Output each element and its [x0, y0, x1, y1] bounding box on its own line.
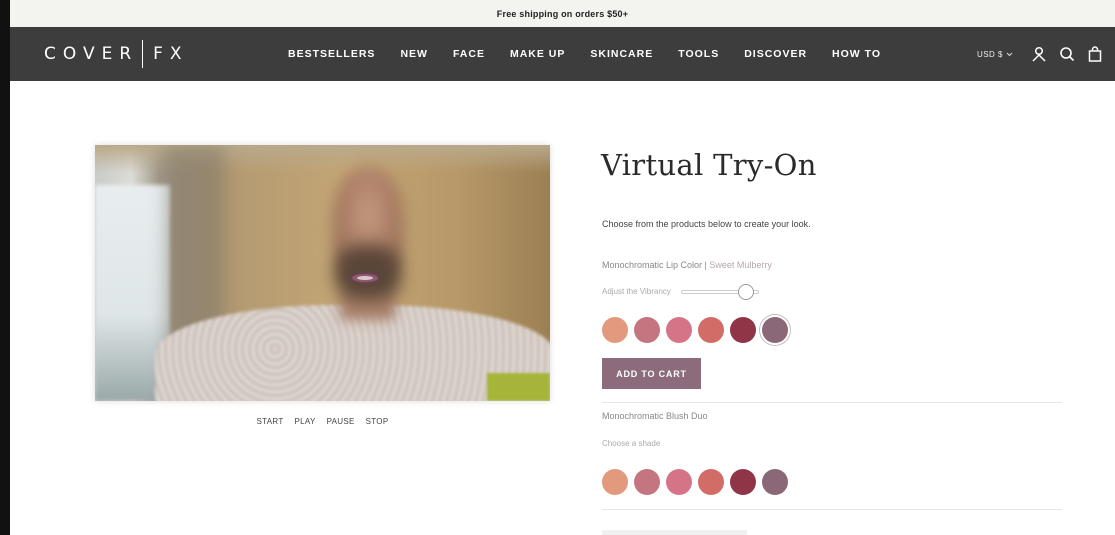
- add-to-cart-button[interactable]: ADD TO CART: [602, 358, 701, 389]
- blush-color-swatches: [602, 469, 788, 495]
- blush-color-swatch[interactable]: [666, 469, 692, 495]
- play-button[interactable]: PLAY: [295, 417, 316, 426]
- pause-button[interactable]: PAUSE: [327, 417, 355, 426]
- blush-color-swatch[interactable]: [730, 469, 756, 495]
- page-title: Virtual Try-On: [601, 148, 817, 182]
- nav-utilities: USD $: [977, 27, 1115, 81]
- product-1-label: Monochromatic Lip Color | Sweet Mulberry: [602, 260, 772, 270]
- vibrancy-slider[interactable]: [680, 283, 759, 300]
- lip-color-swatch[interactable]: [698, 317, 724, 343]
- stop-button[interactable]: STOP: [366, 417, 389, 426]
- nav-new[interactable]: NEW: [400, 48, 428, 60]
- camera-feed: [95, 145, 550, 401]
- nav-skincare[interactable]: SKINCARE: [590, 48, 653, 60]
- nav-tools[interactable]: TOOLS: [678, 48, 719, 60]
- nav-face[interactable]: FACE: [453, 48, 485, 60]
- main-navigation: COVER FX BESTSELLERS NEW FACE MAKE UP SK…: [10, 27, 1115, 81]
- next-section-hint: [602, 530, 747, 535]
- blush-color-swatch[interactable]: [698, 469, 724, 495]
- vibrancy-slider-handle[interactable]: [737, 283, 754, 300]
- nav-links: BESTSELLERS NEW FACE MAKE UP SKINCARE TO…: [288, 27, 906, 81]
- section-divider: [602, 509, 1062, 510]
- start-button[interactable]: START: [257, 417, 284, 426]
- section-divider: [602, 402, 1062, 403]
- nav-how-to[interactable]: HOW TO: [832, 48, 881, 60]
- brand-logo[interactable]: COVER FX: [44, 27, 189, 81]
- intro-text: Choose from the products below to create…: [602, 219, 811, 229]
- vibrancy-control: Adjust the Vibrancy: [602, 283, 759, 300]
- product-2-name: Monochromatic Blush Duo: [602, 411, 708, 421]
- currency-selector[interactable]: USD $: [977, 50, 1013, 59]
- selected-shade-name: Sweet Mulberry: [709, 260, 772, 270]
- video-controls: START PLAY PAUSE STOP: [95, 417, 550, 426]
- nav-discover[interactable]: DISCOVER: [744, 48, 807, 60]
- lip-color-swatch[interactable]: [666, 317, 692, 343]
- lip-color-swatch[interactable]: [634, 317, 660, 343]
- chevron-down-icon: [1006, 52, 1013, 56]
- nav-bestsellers[interactable]: BESTSELLERS: [288, 48, 375, 60]
- lip-color-swatch[interactable]: [762, 317, 788, 343]
- bag-icon[interactable]: [1087, 46, 1103, 62]
- blush-color-swatch[interactable]: [762, 469, 788, 495]
- choose-shade-label: Choose a shade: [602, 439, 661, 448]
- window-edge: [0, 0, 10, 535]
- logo-cover: COVER: [44, 44, 139, 64]
- blush-color-swatch[interactable]: [602, 469, 628, 495]
- user-icon[interactable]: [1031, 46, 1047, 62]
- search-icon[interactable]: [1059, 46, 1075, 62]
- vibrancy-label: Adjust the Vibrancy: [602, 287, 671, 296]
- blush-color-swatch[interactable]: [634, 469, 660, 495]
- announcement-bar: Free shipping on orders $50+: [10, 0, 1115, 27]
- logo-divider: [142, 40, 144, 68]
- logo-fx: FX: [153, 44, 189, 64]
- currency-label: USD $: [976, 49, 1003, 59]
- nav-make-up[interactable]: MAKE UP: [510, 48, 565, 60]
- lip-color-swatch[interactable]: [602, 317, 628, 343]
- lip-color-swatches: [602, 317, 788, 343]
- product-1-name: Monochromatic Lip Color: [602, 260, 703, 270]
- announcement-text: Free shipping on orders $50+: [496, 8, 629, 19]
- lip-color-swatch[interactable]: [730, 317, 756, 343]
